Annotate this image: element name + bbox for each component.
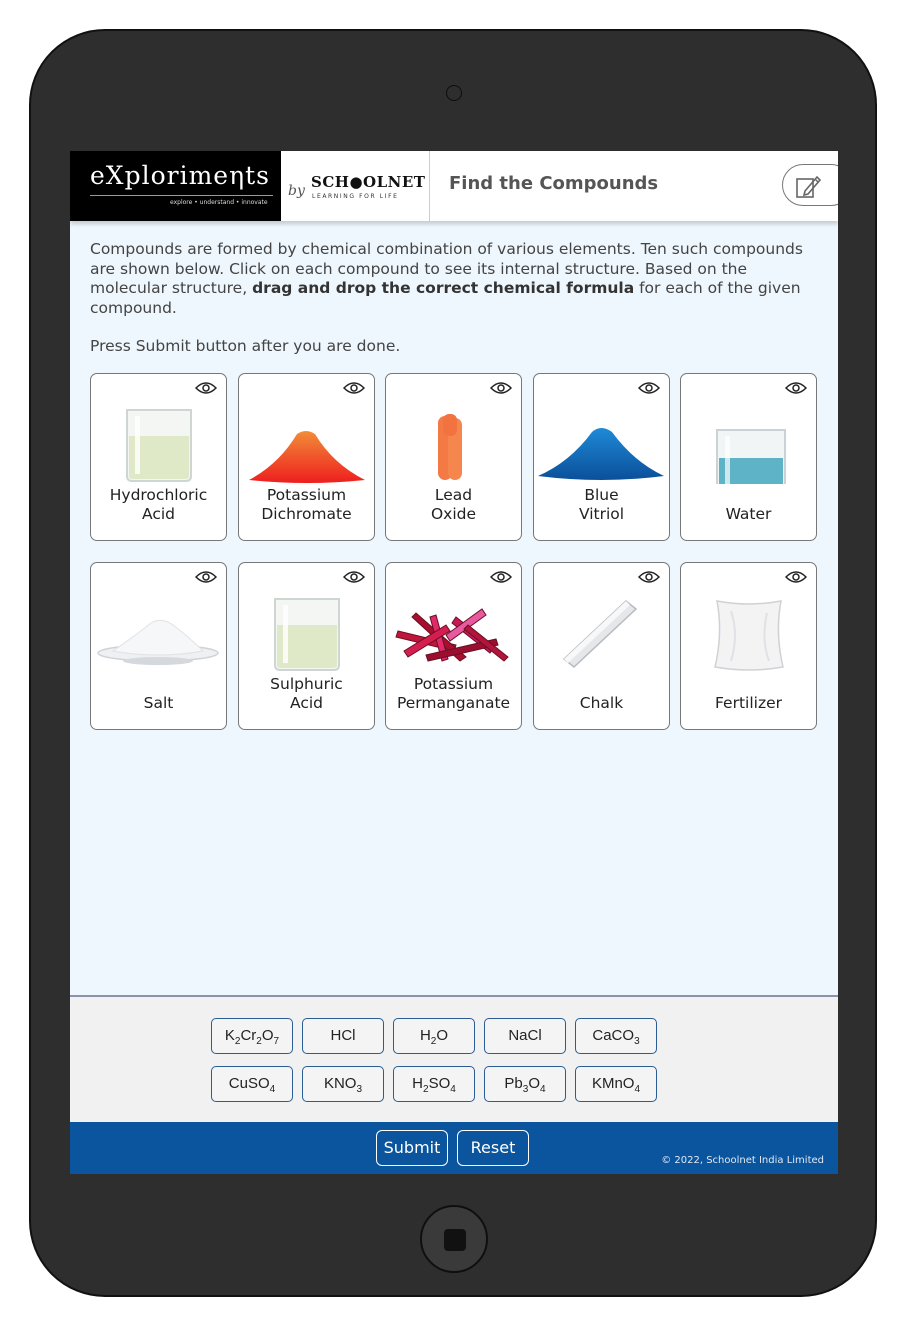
compound-card-potassium-dichromate[interactable]: Potassium Dichromate xyxy=(238,373,375,541)
edit-note-icon xyxy=(796,175,822,198)
page-title: Find the Compounds xyxy=(449,173,659,194)
app-screen: eXplorimeηts explore • understand • inno… xyxy=(70,151,838,1174)
compound-label: Potassium Dichromate xyxy=(261,486,352,523)
formula-chip-kmno4[interactable]: KMnO4 xyxy=(575,1066,657,1102)
compound-card-hydrochloric-acid[interactable]: Hydrochloric Acid xyxy=(90,373,227,541)
explorimentslogo: eXplorimeηts explore • understand • inno… xyxy=(70,151,281,221)
schoolnet-logo: by SCH●OLNET LEARNING FOR LIFE xyxy=(281,151,430,221)
copyright-text: © 2022, Schoolnet India Limited xyxy=(661,1155,824,1166)
blue-powder-icon xyxy=(538,428,664,480)
eye-icon[interactable] xyxy=(638,381,660,395)
formula-chip-h2o[interactable]: H2O xyxy=(393,1018,475,1054)
compound-card-chalk[interactable]: Chalk xyxy=(533,562,670,730)
compound-label: Salt xyxy=(143,694,174,712)
eye-icon[interactable] xyxy=(785,381,807,395)
lead-oxide-icon xyxy=(438,414,462,480)
compound-card-sulphuric-acid[interactable]: Sulphuric Acid xyxy=(238,562,375,730)
logo-tagline: explore • understand • innovate xyxy=(170,199,268,206)
orange-powder-icon xyxy=(249,431,365,483)
compound-card-blue-vitriol[interactable]: Blue Vitriol xyxy=(533,373,670,541)
submit-hint: Press Submit button after you are done. xyxy=(90,337,401,355)
eye-icon[interactable] xyxy=(195,570,217,584)
brand-name: SCH●OLNET xyxy=(311,173,426,191)
notes-button[interactable] xyxy=(782,164,838,206)
compound-label: Sulphuric Acid xyxy=(270,675,343,712)
instructions: Compounds are formed by chemical combina… xyxy=(90,240,820,318)
by-label: by xyxy=(288,183,305,199)
camera-icon xyxy=(446,85,462,101)
compound-card-fertilizer[interactable]: Fertilizer xyxy=(680,562,817,730)
formula-chip-cuso4[interactable]: CuSO4 xyxy=(211,1066,293,1102)
formula-chip-caco3[interactable]: CaCO3 xyxy=(575,1018,657,1054)
footer-bar: Submit Reset © 2022, Schoolnet India Lim… xyxy=(70,1122,838,1174)
sack-icon xyxy=(714,600,784,671)
eye-icon[interactable] xyxy=(638,570,660,584)
eye-icon[interactable] xyxy=(195,381,217,395)
home-square-icon xyxy=(444,1229,466,1251)
logo-divider xyxy=(90,195,273,196)
beaker-blue-icon xyxy=(716,429,786,484)
formula-chip-kno3[interactable]: KNO3 xyxy=(302,1066,384,1102)
logo-text: eXplorimeηts xyxy=(90,161,270,190)
formula-chip-nacl[interactable]: NaCl xyxy=(484,1018,566,1054)
crystals-icon xyxy=(395,608,509,662)
compound-card-potassium-permanganate[interactable]: Potassium Permanganate xyxy=(385,562,522,730)
instructions-bold: drag and drop the correct chemical formu… xyxy=(252,279,635,297)
reset-button[interactable]: Reset xyxy=(457,1130,529,1166)
header: eXplorimeηts explore • understand • inno… xyxy=(70,151,838,221)
formula-chip-h2so4[interactable]: H2SO4 xyxy=(393,1066,475,1102)
compound-label: Fertilizer xyxy=(714,694,783,712)
brand-tagline: LEARNING FOR LIFE xyxy=(312,193,399,200)
compound-label: Potassium Permanganate xyxy=(396,675,511,712)
salt-plate-icon xyxy=(97,619,219,665)
eye-icon[interactable] xyxy=(343,570,365,584)
home-button[interactable] xyxy=(420,1205,488,1273)
eye-icon[interactable] xyxy=(343,381,365,395)
beaker-clear-icon xyxy=(126,409,192,482)
formula-tray: K2Cr2O7 HCl H2O NaCl CaCO3 CuSO4 KNO3 H2… xyxy=(70,995,838,1123)
beaker-clear-icon xyxy=(274,598,340,671)
formula-chip-pb3o4[interactable]: Pb3O4 xyxy=(484,1066,566,1102)
eye-icon[interactable] xyxy=(490,570,512,584)
compound-label: Chalk xyxy=(579,694,624,712)
chalk-icon xyxy=(562,600,638,668)
compound-label: Water xyxy=(725,505,772,523)
compound-card-salt[interactable]: Salt xyxy=(90,562,227,730)
compound-label: Blue Vitriol xyxy=(578,486,625,523)
formula-chip-k2cr2o7[interactable]: K2Cr2O7 xyxy=(211,1018,293,1054)
formula-chip-hcl[interactable]: HCl xyxy=(302,1018,384,1054)
compound-label: Hydrochloric Acid xyxy=(109,486,208,523)
eye-icon[interactable] xyxy=(490,381,512,395)
submit-button[interactable]: Submit xyxy=(376,1130,448,1166)
compound-card-water[interactable]: Water xyxy=(680,373,817,541)
compound-card-lead-oxide[interactable]: Lead Oxide xyxy=(385,373,522,541)
compound-label: Lead Oxide xyxy=(430,486,477,523)
eye-icon[interactable] xyxy=(785,570,807,584)
